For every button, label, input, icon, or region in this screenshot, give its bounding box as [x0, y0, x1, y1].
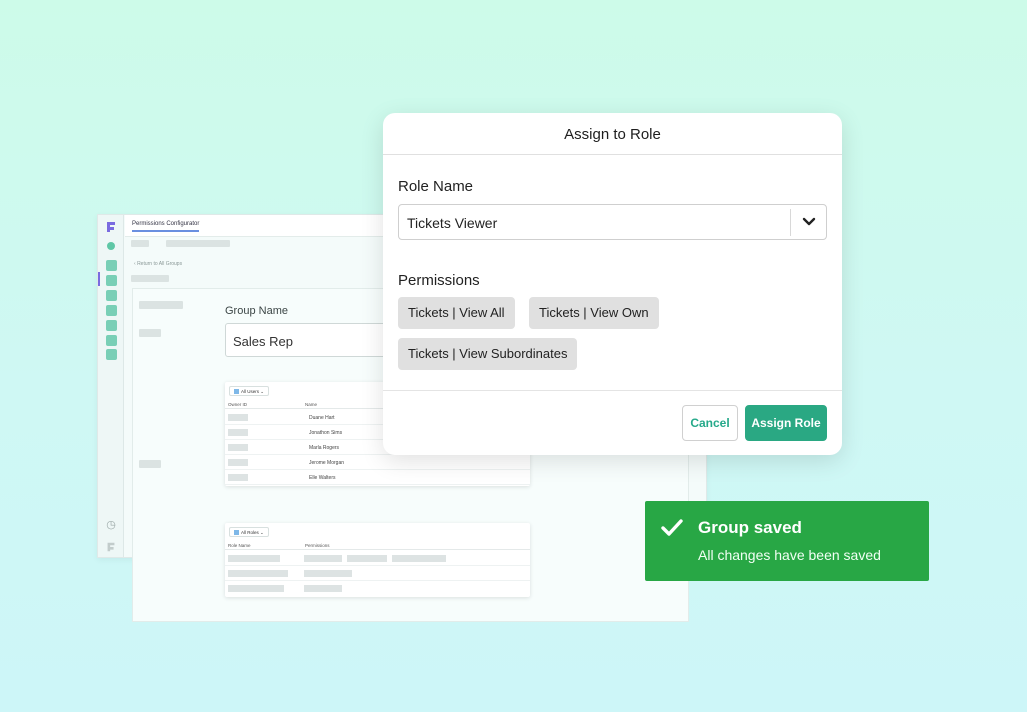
roles-table-header: Role Name Permissions [225, 541, 530, 550]
column-header: Owner ID [228, 402, 248, 407]
placeholder [139, 329, 161, 337]
success-toast: Group saved All changes have been saved [645, 501, 929, 581]
table-row[interactable] [225, 551, 530, 566]
table-row[interactable]: Elle Walters [225, 470, 530, 485]
sidebar-item-1[interactable] [106, 260, 117, 271]
placeholder [166, 240, 230, 247]
sidebar-item-2[interactable] [106, 275, 117, 286]
placeholder [131, 240, 149, 247]
role-name-select[interactable]: Tickets Viewer [398, 204, 827, 240]
column-header: Permissions [305, 543, 330, 548]
cancel-button[interactable]: Cancel [682, 405, 738, 441]
select-divider [790, 209, 791, 236]
toast-title: Group saved [698, 518, 802, 537]
permission-chip[interactable]: Tickets | View Own [529, 297, 659, 329]
table-row[interactable] [225, 581, 530, 596]
active-indicator [98, 272, 100, 286]
role-name-value: Tickets Viewer [407, 215, 498, 231]
assign-role-button[interactable]: Assign Role [745, 405, 827, 441]
back-link[interactable]: ‹ Return to All Groups [134, 261, 182, 267]
sidebar-item-3[interactable] [106, 290, 117, 301]
divider [383, 390, 842, 391]
sidebar-item-7[interactable] [106, 349, 117, 360]
permissions-label: Permissions [398, 272, 480, 289]
user-name: Duane Hart [309, 415, 335, 421]
back-link-label: Return to All Groups [137, 261, 183, 267]
table-row[interactable] [225, 566, 530, 581]
app-sidebar: ◷ [98, 215, 124, 557]
user-name: Marla Rogers [309, 445, 340, 451]
assign-role-modal: Assign to Role Role Name Tickets Viewer … [383, 113, 842, 455]
chevron-down-icon[interactable] [802, 217, 816, 227]
clock-icon[interactable]: ◷ [105, 519, 117, 531]
modal-title: Assign to Role [383, 113, 842, 155]
group-name-label: Group Name [225, 305, 288, 317]
placeholder [131, 275, 169, 282]
toast-message: All changes have been saved [698, 547, 881, 563]
group-name-field[interactable]: Sales Rep [225, 323, 405, 357]
role-name-label: Role Name [398, 178, 474, 195]
logo-icon [107, 222, 115, 232]
permission-chip[interactable]: Tickets | View All [398, 297, 515, 329]
user-name: Elle Walters [309, 475, 336, 481]
table-row[interactable]: Jerome Morgan [225, 455, 530, 470]
roles-filter-label: All Roles [241, 530, 259, 535]
user-name: Jerome Morgan [309, 460, 345, 466]
sidebar-item-5[interactable] [106, 320, 117, 331]
users-filter-dropdown[interactable]: All Users ⌄ [229, 386, 270, 396]
column-header: Role Name [228, 543, 251, 548]
sidebar-item-4[interactable] [106, 305, 117, 316]
placeholder [139, 301, 183, 309]
status-dot [107, 242, 115, 250]
logo-icon [107, 542, 115, 552]
sidebar-item-6[interactable] [106, 335, 117, 346]
permission-chip[interactable]: Tickets | View Subordinates [398, 338, 578, 370]
users-filter-label: All Users [241, 389, 260, 394]
placeholder [139, 460, 161, 468]
check-icon [661, 519, 683, 536]
roles-table: All Roles ⌄ Role Name Permissions [225, 523, 530, 597]
tab-permissions-configurator[interactable]: Permissions Configurator [132, 221, 200, 232]
column-header: Name [305, 402, 318, 407]
user-name: Jonathon Sims [309, 430, 343, 436]
roles-filter-dropdown[interactable]: All Roles ⌄ [229, 527, 269, 537]
